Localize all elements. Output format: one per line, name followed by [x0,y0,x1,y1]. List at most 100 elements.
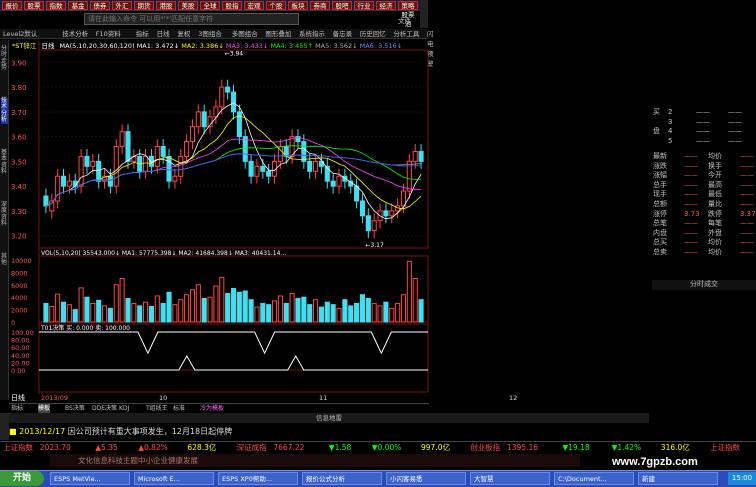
top-button-13[interactable]: 板块 [288,1,308,10]
chart-tab-10[interactable]: 备忘录 [333,29,353,39]
chart-tab-0[interactable]: Level2默认 [3,29,37,39]
top-button-11[interactable]: 宏观 [244,1,264,10]
watermark: www.7gpzb.com [612,456,698,468]
chart-tab-7[interactable]: 多图组合 [232,29,258,39]
ticker-item-2: ▲5.35 [95,443,118,452]
price-tick: 3.20 [11,233,27,241]
chart-tab-1[interactable]: 技术分析 [62,29,88,39]
main-chart[interactable]: 3.90 3.80 3.70 3.60 3.50 3.40 3.30 3.20 ←3.94 ←3.… [9,40,652,402]
news-line[interactable]: ■ 2013/12/17 因公司预计有重大事项发生，12月18日起停牌 [9,423,649,440]
quote-value: —— [684,248,698,256]
command-input[interactable]: 请在此输入命令 可以用*'*'匹配任意字符 [84,13,299,25]
index-ticker: 上证指数 2023.70 ▲5.35 ▲0.82% 628.3亿 深证成指 7667.22 ▼… [0,441,756,453]
ad-banner[interactable]: 文化信息科技主题中小企业健康发展 [50,454,580,467]
quote-value-2: —— [740,219,754,228]
book-row: 盘 4 —— —— [652,127,756,137]
side-tabs: 分时走势技术分析基本资料深度资料其他 [0,40,9,400]
quote-label-2: 最高 [708,180,722,189]
top-button-3[interactable]: 基金 [68,1,88,10]
top-button-10[interactable]: 股指 [222,1,242,10]
quote-value: —— [684,200,698,208]
volume-bar [371,302,377,323]
top-button-7[interactable]: 港股 [156,1,176,10]
volume-bar [242,290,248,323]
quote-label-2: 外盘 [708,228,722,237]
book-row: 买 2 —— —— [652,108,756,118]
chart-tab-8[interactable]: 图形叠加 [265,29,291,39]
top-button-16[interactable]: 行业 [354,1,374,10]
task-item-5[interactable]: 大智慧 [470,472,550,485]
top-button-17[interactable]: 经济 [376,1,396,10]
quote-value: —— [684,190,698,199]
quote-label: 最新 [653,152,667,160]
volume-bar [248,299,254,323]
top-button-0[interactable]: 报价 [2,1,22,10]
top-button-5[interactable]: 外汇 [112,1,132,10]
top-button-4[interactable]: 债券 [90,1,110,10]
book-vol: —— [728,108,742,116]
chart-tab-6[interactable]: 3图组合 [198,29,222,39]
volume-bar [336,307,342,323]
task-item-0[interactable]: ESPS MetVie... [50,472,130,485]
top-button-8[interactable]: 美股 [178,1,198,10]
task-item-1[interactable]: Microsoft E... [134,472,214,485]
candle [143,155,149,172]
chart-tab-2[interactable]: F10资料 [96,29,121,39]
side-tab-3[interactable]: 深度资料 [1,201,8,228]
quote-row: 总手 —— 最高 —— [652,181,756,191]
chart-tab-3[interactable]: 指标 [136,29,149,39]
quote-row: 最新 —— 均价 —— [652,152,756,162]
ticker-item-11: 1395.16 [507,443,539,452]
volume-bar [66,304,72,323]
volume-bar [307,304,313,323]
book-side: 盘 [653,127,660,136]
price-tick: 3.70 [11,109,27,117]
top-button-14[interactable]: 券商 [310,1,330,10]
side-tab-4[interactable]: 其他 [1,253,8,267]
top-button-12[interactable]: 个股 [266,1,286,10]
top-button-9[interactable]: 全球 [200,1,220,10]
volume-bar [55,293,61,323]
quote-row: 总笔 —— 每笔 —— [652,219,756,229]
chart-tab-5[interactable]: 复权 [177,29,190,39]
price-tick: 3.60 [11,134,27,142]
chart-tab-12[interactable]: 分析工具 [393,29,419,39]
news-text: 因公司预计有重大事项发生，12月18日起停牌 [67,427,233,436]
task-item-2[interactable]: ESPS XP0帮助... [218,472,298,485]
file-menu[interactable]: 文件 [398,15,411,25]
ticker-item-6: 7667.22 [273,443,305,452]
ticker-item-5: 深证成指 [236,443,267,452]
side-tab-1[interactable]: 技术分析 [1,97,8,124]
chart-tab-11[interactable]: 历史回忆 [360,29,386,39]
quote-value-2: —— [740,152,754,160]
chart-tab-9[interactable]: 系统指示 [299,29,325,39]
quote-value-2: —— [740,238,754,247]
top-button-1[interactable]: 股票 [24,1,44,10]
side-tab-0[interactable]: 分时走势 [1,45,8,72]
trades-tab[interactable]: 分时成交 [652,280,756,290]
side-tab-2[interactable]: 基本资料 [1,149,8,176]
volume-bar [90,302,96,323]
top-button-18[interactable]: 策略股票池 [398,1,418,28]
start-button[interactable]: 开始 [0,471,44,486]
price-tick: 3.40 [11,183,27,191]
task-item-4[interactable]: 小闪客易悉 [386,472,466,485]
task-item-6[interactable]: C:\Document... [554,472,634,485]
volume-bar [125,297,131,323]
candle [125,131,131,162]
volume-bar [107,307,113,323]
quote-row: 总卖 —— 均价 —— [652,248,756,258]
info-side [0,413,9,440]
task-item-7[interactable]: 新建 [638,472,718,485]
candle [359,200,366,217]
candle [84,155,90,167]
top-button-15[interactable]: 股吧 [332,1,352,10]
volume-bar [295,297,301,323]
ticker-item-7: ▼1.58 [328,443,352,452]
ticker-item-8: ▼0.00% [371,443,402,452]
candle [113,146,119,187]
chart-tab-4[interactable]: 日线 [157,29,170,39]
task-item-3[interactable]: 报价公式分析 [302,472,382,485]
top-button-2[interactable]: 指数 [46,1,66,10]
top-button-6[interactable]: 期货 [134,1,154,10]
